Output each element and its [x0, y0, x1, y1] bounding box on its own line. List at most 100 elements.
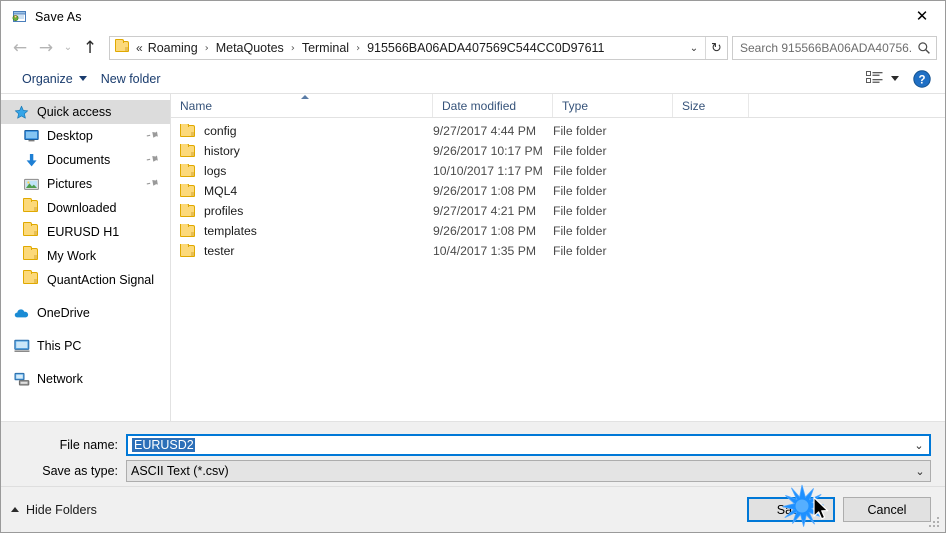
table-row[interactable]: MQL4 9/26/2017 1:08 PM File folder [171, 181, 945, 201]
table-row[interactable]: logs 10/10/2017 1:17 PM File folder [171, 161, 945, 181]
pin-icon [144, 151, 161, 169]
save-as-type-combobox[interactable]: ASCII Text (*.csv) ⌄ [126, 460, 931, 482]
file-name-row: File name: EURUSD2 ⌄ [1, 434, 945, 456]
save-as-type-label: Save as type: [42, 464, 118, 478]
file-name-cell: logs [171, 164, 433, 178]
breadcrumb-separator-icon[interactable]: › [287, 43, 299, 54]
organize-button[interactable]: Organize [15, 69, 94, 89]
change-view-button[interactable] [862, 68, 903, 90]
back-button[interactable]: ← [7, 35, 33, 61]
search-icon [912, 41, 936, 55]
file-name-label: history [204, 144, 240, 158]
sidebar-item-quantaction-signal[interactable]: QuantAction Signal [1, 268, 170, 292]
file-name-combobox[interactable]: EURUSD2 ⌄ [126, 434, 931, 456]
address-dropdown-button[interactable]: ⌄ [683, 37, 705, 59]
documents-download-icon [23, 152, 40, 168]
folder-icon [180, 184, 196, 198]
refresh-icon: ↻ [711, 40, 722, 56]
table-row[interactable]: history 9/26/2017 10:17 PM File folder [171, 141, 945, 161]
breadcrumb-separator-icon[interactable]: › [201, 43, 213, 54]
hide-folders-button[interactable]: Hide Folders [11, 503, 97, 517]
new-folder-button[interactable]: New folder [94, 69, 168, 89]
sidebar-item-eurusd-h1[interactable]: EURUSD H1 [1, 220, 170, 244]
sidebar-item-quick-access[interactable]: Quick access [1, 100, 170, 124]
table-row[interactable]: profiles 9/27/2017 4:21 PM File folder [171, 201, 945, 221]
sidebar-item-this-pc[interactable]: This PC [1, 334, 170, 358]
hide-folders-label: Hide Folders [26, 502, 97, 517]
column-header-size[interactable]: Size [673, 94, 749, 117]
search-input[interactable]: Search 915566BA06ADA40756... [733, 41, 912, 55]
file-name-label: tester [204, 244, 235, 258]
column-header-date-modified[interactable]: Date modified [433, 94, 553, 117]
help-button[interactable]: ? [913, 69, 931, 88]
breadcrumb-overflow[interactable]: « [136, 41, 145, 55]
file-date-cell: 10/4/2017 1:35 PM [433, 244, 536, 258]
navigation-sidebar: Quick access Desktop Documents Pictures … [1, 94, 171, 421]
close-button[interactable]: ✕ [899, 1, 945, 32]
save-button-label: Save [776, 502, 806, 517]
sidebar-item-my-work[interactable]: My Work [1, 244, 170, 268]
column-header-type[interactable]: Type [553, 94, 673, 117]
breadcrumb-item-2[interactable]: Terminal [299, 40, 352, 56]
sidebar-item-onedrive[interactable]: OneDrive [1, 301, 170, 325]
list-view-icon [866, 70, 883, 87]
desktop-icon [23, 128, 40, 144]
chevron-down-icon[interactable]: ⌄ [910, 465, 930, 478]
cancel-button[interactable]: Cancel [843, 497, 931, 522]
folder-icon [23, 270, 40, 288]
save-as-type-value: ASCII Text (*.csv) [131, 464, 229, 478]
file-name-cell: config [171, 124, 433, 138]
sidebar-item-documents[interactable]: Documents [1, 148, 170, 172]
save-as-app-icon [11, 9, 27, 25]
column-header-name[interactable]: Name [171, 94, 433, 117]
sidebar-item-pictures[interactable]: Pictures [1, 172, 170, 196]
sidebar-item-label: Documents [47, 153, 111, 167]
file-date-cell: 9/26/2017 1:08 PM [433, 224, 536, 238]
file-name-label: File name: [59, 438, 118, 452]
save-as-dialog: Save As ✕ ← → ⌄ ↑ « Roaming › MetaQuotes [0, 0, 946, 533]
column-headers: Name Date modified Type Size [171, 94, 945, 118]
file-type-cell: File folder [553, 184, 607, 198]
save-button[interactable]: Save [747, 497, 835, 522]
search-box[interactable]: Search 915566BA06ADA40756... [732, 36, 937, 60]
sidebar-item-label: OneDrive [37, 306, 90, 320]
sidebar-item-desktop[interactable]: Desktop [1, 124, 170, 148]
breadcrumb-item-0[interactable]: Roaming [145, 40, 201, 56]
folder-icon [115, 39, 131, 55]
file-name-cell: profiles [171, 204, 433, 218]
table-row[interactable]: tester 10/4/2017 1:35 PM File folder [171, 241, 945, 261]
resize-grip[interactable] [929, 517, 941, 529]
file-name-cell: templates [171, 224, 433, 238]
breadcrumb-item-1[interactable]: MetaQuotes [213, 40, 287, 56]
file-type-cell: File folder [553, 244, 607, 258]
folder-icon [23, 222, 40, 240]
dialog-body: Quick access Desktop Documents Pictures … [1, 94, 945, 422]
file-type-cell: File folder [553, 124, 607, 138]
sidebar-item-downloaded[interactable]: Downloaded [1, 196, 170, 220]
sidebar-item-network[interactable]: Network [1, 367, 170, 391]
star-icon [13, 104, 30, 120]
table-row[interactable]: templates 9/26/2017 1:08 PM File folder [171, 221, 945, 241]
breadcrumb-separator-icon[interactable]: › [352, 43, 364, 54]
command-bar: Organize New folder ? [1, 64, 945, 94]
file-name-cell: history [171, 144, 433, 158]
pictures-icon [23, 176, 40, 192]
sidebar-item-label: My Work [47, 249, 97, 263]
address-bar[interactable]: « Roaming › MetaQuotes › Terminal › 9155… [109, 36, 728, 60]
forward-button[interactable]: → [33, 35, 59, 61]
table-row[interactable]: config 9/27/2017 4:44 PM File folder [171, 121, 945, 141]
file-name-label: MQL4 [204, 184, 238, 198]
recent-locations-button[interactable]: ⌄ [59, 35, 77, 61]
file-type-cell: File folder [553, 144, 607, 158]
sidebar-item-label: EURUSD H1 [47, 225, 120, 239]
folder-icon [180, 164, 196, 178]
up-arrow-icon: ↑ [82, 37, 98, 58]
chevron-down-icon: ⌄ [689, 42, 699, 54]
up-button[interactable]: ↑ [77, 35, 103, 61]
refresh-button[interactable]: ↻ [705, 37, 727, 59]
chevron-down-icon[interactable]: ⌄ [909, 439, 929, 452]
breadcrumb-item-3[interactable]: 915566BA06ADA407569C544CC0D97611 [364, 40, 607, 56]
sidebar-item-label: Quick access [37, 105, 112, 119]
file-name-label: profiles [204, 204, 244, 218]
file-name-input[interactable]: EURUSD2 [128, 438, 909, 452]
